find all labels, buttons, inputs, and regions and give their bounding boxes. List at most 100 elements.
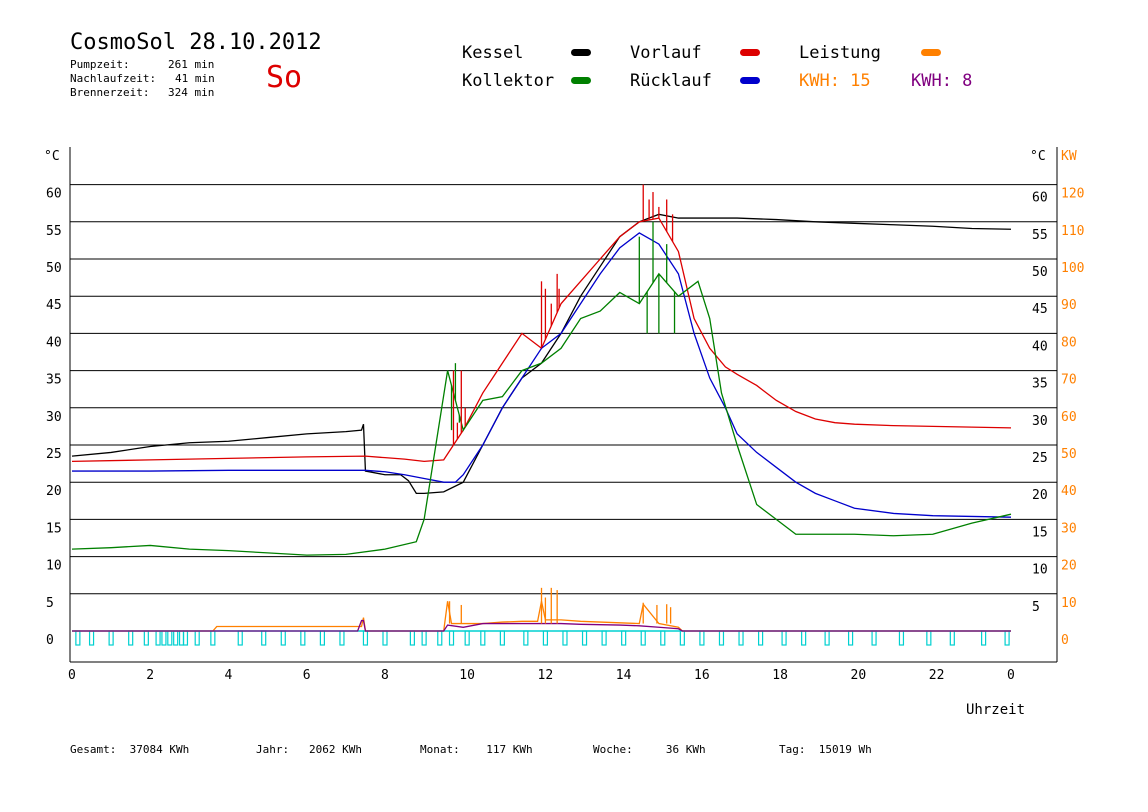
y-tick-right-15: 15 xyxy=(1032,525,1048,540)
pump-tick-43 xyxy=(824,630,830,646)
y2-tick-70: 70 xyxy=(1061,373,1077,388)
axes xyxy=(69,147,1058,663)
y-unit-left: °C xyxy=(44,149,60,164)
grid-lines xyxy=(70,184,1057,595)
footer-gesamt: Gesamt: 37084 KWh xyxy=(70,743,190,756)
pump-tick-45 xyxy=(871,630,877,646)
x-tick-1: 2 xyxy=(146,668,154,683)
pump-tick-19 xyxy=(362,630,369,646)
pump-tick-32 xyxy=(601,630,607,646)
pump-tick-14 xyxy=(261,630,267,646)
pump-tick-18 xyxy=(339,630,345,646)
y-tick-right-5: 5 xyxy=(1032,600,1040,615)
y2-tick-30: 30 xyxy=(1061,521,1077,536)
x-tick-9: 18 xyxy=(772,668,788,683)
pump-tick-16 xyxy=(300,630,306,646)
y-tick-right-40: 40 xyxy=(1032,339,1048,354)
pump-tick-36 xyxy=(679,630,685,646)
pump-tick-49 xyxy=(981,630,987,646)
pump-tick-28 xyxy=(523,630,529,646)
y2-tick-110: 110 xyxy=(1061,224,1084,239)
x-tick-11: 22 xyxy=(929,668,945,683)
y-tick-right-50: 50 xyxy=(1032,265,1048,280)
pump-tick-30 xyxy=(562,630,568,646)
pump-tick-46 xyxy=(898,630,905,646)
x-tick-10: 20 xyxy=(851,668,867,683)
y2-tick-20: 20 xyxy=(1061,559,1077,574)
x-tick-8: 16 xyxy=(694,668,710,683)
pump-tick-35 xyxy=(660,630,666,646)
series-lines xyxy=(71,184,1012,646)
y-tick-right-30: 30 xyxy=(1032,414,1048,429)
pump-tick-4 xyxy=(143,630,149,646)
pump-tick-47 xyxy=(926,630,932,646)
y-tick-left-55: 55 xyxy=(46,224,62,239)
pump-tick-40 xyxy=(757,630,764,646)
y2-unit: KW xyxy=(1061,149,1077,164)
y-tick-left-25: 25 xyxy=(46,447,62,462)
y-tick-left-45: 45 xyxy=(46,298,62,313)
y-tick-left-40: 40 xyxy=(46,335,62,350)
y-tick-right-20: 20 xyxy=(1032,488,1048,503)
y2-tick-120: 120 xyxy=(1061,187,1084,202)
y-tick-left-50: 50 xyxy=(46,261,62,276)
pump-tick-22 xyxy=(421,630,427,646)
x-tick-3: 6 xyxy=(303,668,311,683)
y-tick-right-60: 60 xyxy=(1032,191,1048,206)
footer-woche: Woche: 36 KWh xyxy=(593,743,706,756)
pump-tick-38 xyxy=(718,630,725,646)
pump-tick-50 xyxy=(1004,630,1010,646)
y2-tick-50: 50 xyxy=(1061,447,1077,462)
x-tick-5: 10 xyxy=(459,668,475,683)
pump-tick-33 xyxy=(621,630,627,646)
y2-tick-80: 80 xyxy=(1061,335,1077,350)
y-tick-left-60: 60 xyxy=(46,187,62,202)
pump-tick-1 xyxy=(88,630,95,646)
y-tick-right-10: 10 xyxy=(1032,563,1048,578)
y-unit-right: °C xyxy=(1030,149,1046,164)
pump-tick-48 xyxy=(949,630,955,646)
pump-tick-12 xyxy=(210,630,216,646)
pump-tick-11 xyxy=(194,630,200,646)
y2-tick-10: 10 xyxy=(1061,596,1077,611)
y2-tick-60: 60 xyxy=(1061,410,1077,425)
y-tick-right-55: 55 xyxy=(1032,228,1048,243)
pump-tick-13 xyxy=(237,630,243,646)
series-line-kessel xyxy=(71,213,1012,495)
y2-tick-90: 90 xyxy=(1061,298,1077,313)
pump-tick-25 xyxy=(464,630,470,646)
y-tick-right-45: 45 xyxy=(1032,302,1048,317)
y-tick-left-30: 30 xyxy=(46,410,62,425)
pump-tick-2 xyxy=(108,630,114,646)
pump-tick-34 xyxy=(640,630,646,646)
pump-tick-20 xyxy=(382,630,388,646)
pump-tick-41 xyxy=(781,630,787,646)
pump-tick-3 xyxy=(128,630,134,646)
temperature-chart: 05 510 1015 1520 2025 2530 3035 3540 4045 4550 505… xyxy=(44,147,1084,718)
x-axis-label: Uhrzeit xyxy=(966,702,1025,718)
footer-monat: Monat: 117 KWh xyxy=(420,743,533,756)
series-line-rücklauf xyxy=(72,232,1012,518)
y-tick-right-35: 35 xyxy=(1032,377,1048,392)
footer-tag: Tag: 15019 Wh xyxy=(779,743,872,756)
pump-tick-37 xyxy=(699,630,705,646)
pump-tick-0 xyxy=(75,630,81,646)
x-tick-2: 4 xyxy=(225,668,233,683)
pump-tick-23 xyxy=(437,630,443,646)
pump-tick-7 xyxy=(167,630,173,646)
y2-tick-0: 0 xyxy=(1061,633,1069,648)
pump-tick-29 xyxy=(542,630,549,646)
pump-tick-26 xyxy=(480,630,486,646)
pump-tick-24 xyxy=(448,630,455,646)
pump-tick-27 xyxy=(499,630,505,646)
y-tick-left-0: 0 xyxy=(46,633,54,648)
x-tick-7: 14 xyxy=(616,668,632,683)
pump-tick-15 xyxy=(280,630,286,646)
y-tick-left-35: 35 xyxy=(46,373,62,388)
pump-tick-17 xyxy=(319,630,325,646)
y-tick-left-15: 15 xyxy=(46,521,62,536)
y-tick-right-25: 25 xyxy=(1032,451,1048,466)
footer-jahr: Jahr: 2062 KWh xyxy=(256,743,362,756)
y-tick-left-5: 5 xyxy=(46,596,54,611)
y-tick-left-10: 10 xyxy=(46,559,62,574)
